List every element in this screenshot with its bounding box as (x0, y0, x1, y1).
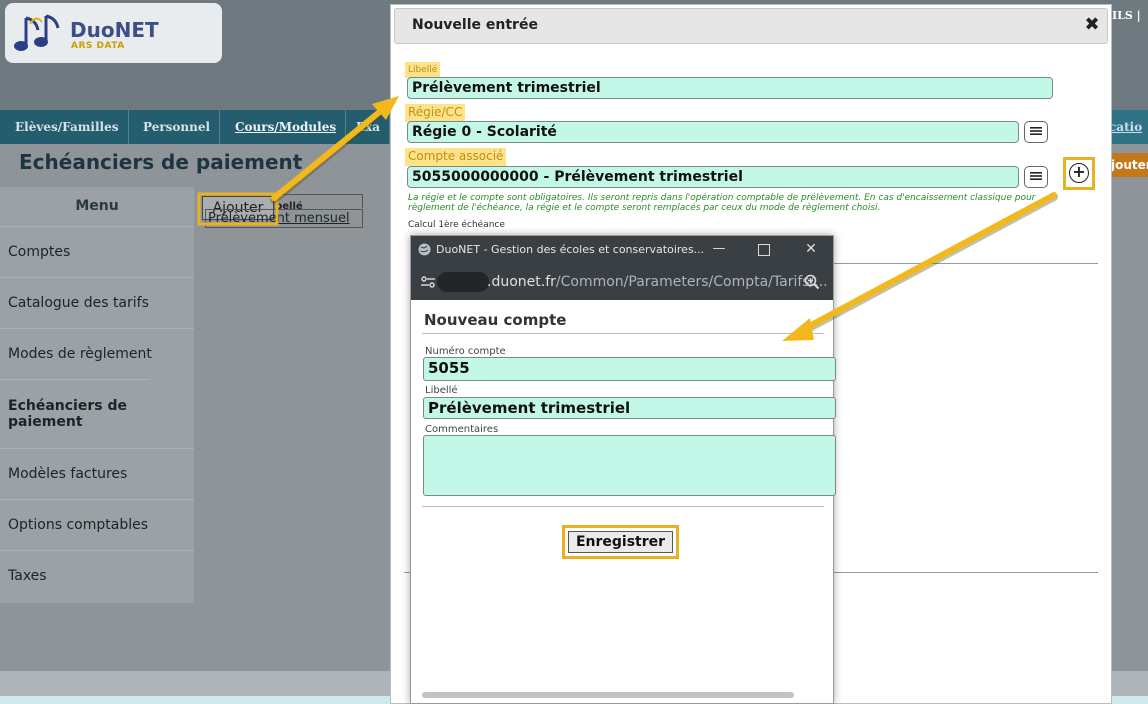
compte-associe-label: Compte associé (405, 148, 507, 166)
table-row[interactable]: Prélèvement mensuel (205, 209, 363, 228)
popup-window-title: DuoNET - Gestion des écoles et conservat… (436, 243, 705, 256)
sidebar-item-modeles-factures[interactable]: Modèles factures (0, 448, 194, 499)
sidebar-item-options-comptables[interactable]: Options comptables (0, 499, 194, 550)
commentaires-label: Commentaires (425, 424, 499, 435)
regie-list-button[interactable] (1024, 121, 1048, 143)
libelle-label: Libellé (405, 62, 441, 78)
numero-compte-field[interactable]: 5055 (423, 357, 836, 381)
divider (834, 572, 1098, 573)
top-right-menu-fragment[interactable]: ILS | (1112, 9, 1141, 22)
page-title: Echéanciers de paiement (19, 150, 303, 174)
calcul-premiere-echeance-label: Calcul 1ère échéance (408, 220, 505, 230)
help-note: La régie et le compte sont obligatoires.… (408, 193, 1036, 213)
nav-item-eleves-familles[interactable]: Elèves/Familles (6, 110, 129, 144)
regie-field[interactable]: Régie 0 - Scolarité (407, 121, 1019, 143)
divider (422, 333, 824, 334)
redacted-url-part (437, 272, 489, 292)
site-settings-icon[interactable] (419, 273, 437, 291)
numero-compte-label: Numéro compte (425, 346, 506, 357)
zoom-icon[interactable] (803, 273, 821, 291)
list-icon (1030, 172, 1042, 180)
brand-subtitle: ARS DATA (71, 41, 125, 51)
sidebar-item-catalogue-tarifs[interactable]: Catalogue des tarifs (0, 277, 194, 328)
window-close-icon[interactable]: ✕ (800, 240, 822, 258)
horizontal-scrollbar[interactable] (422, 692, 794, 698)
popup-libelle-field[interactable]: Prélèvement trimestriel (423, 397, 836, 419)
nav-item-exams[interactable]: Exa (347, 110, 390, 144)
commentaires-textarea[interactable] (423, 435, 836, 496)
brand-name: DuoNET (70, 18, 159, 42)
nav-item-personnel[interactable]: Personnel (134, 110, 221, 144)
compte-list-button[interactable] (1024, 166, 1048, 188)
close-icon[interactable]: ✖ (1081, 13, 1103, 37)
sidebar-item-modes-reglement[interactable]: Modes de règlement (0, 328, 194, 379)
divider (422, 506, 824, 507)
url-path: /Common/Parameters/Compta/Tarifs/... (555, 274, 828, 290)
sidebar-item-echeanciers[interactable]: Echéanciers de paiement (0, 379, 150, 448)
popup-libelle-label: Libellé (425, 385, 458, 396)
plus-circle-icon[interactable]: + (1069, 163, 1089, 183)
music-notes-icon (14, 14, 60, 51)
libelle-field[interactable]: Prélèvement trimestriel (407, 77, 1053, 99)
regie-label: Régie/CC (405, 104, 466, 122)
compte-associe-field[interactable]: 5055000000000 - Prélèvement trimestriel (407, 166, 1019, 188)
globe-icon (418, 243, 431, 256)
sidebar-title: Menu (75, 198, 119, 214)
maximize-icon[interactable] (758, 244, 770, 256)
divider (834, 263, 1098, 264)
list-icon (1030, 127, 1042, 135)
popup-heading: Nouveau compte (424, 311, 567, 329)
url-host: .duonet.fr (487, 274, 556, 290)
dialog-title: Nouvelle entrée (412, 17, 538, 33)
minimize-icon[interactable]: — (712, 240, 726, 258)
add-button-right[interactable]: jouter (1108, 153, 1148, 177)
sidebar-item-taxes[interactable]: Taxes (0, 550, 194, 601)
nav-item-cours-modules[interactable]: Cours/Modules (226, 110, 347, 144)
sidebar-item-comptes[interactable]: Comptes (0, 226, 194, 277)
popup-url[interactable]: .duonet.fr/Common/Parameters/Compta/Tari… (487, 274, 828, 290)
save-button[interactable]: Enregistrer (568, 531, 673, 553)
